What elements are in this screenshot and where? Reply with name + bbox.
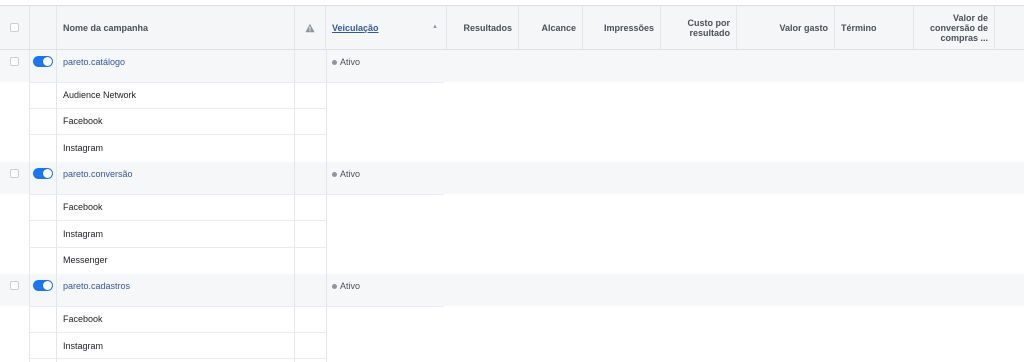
column-label-line3: compras ... (940, 32, 988, 43)
column-divider (294, 50, 295, 362)
status-label: Ativo (340, 169, 361, 179)
column-header-cost-per-result[interactable]: Custo por resultado (661, 6, 737, 49)
column-divider (29, 50, 30, 362)
placement-name: Messenger (63, 255, 108, 265)
table-header: Nome da campanha Veiculação ▲ Resultados… (0, 5, 1024, 50)
placement-name: Audience Network (63, 90, 137, 100)
placement-name: Facebook (63, 314, 103, 324)
delivery-status: Ativo (332, 281, 360, 291)
status-dot-icon (332, 283, 337, 289)
campaign-name-link[interactable]: pareto.catálogo (63, 57, 125, 67)
column-header-amount-spent[interactable]: Valor gasto (737, 6, 835, 49)
column-header-campaign-name[interactable]: Nome da campanha (57, 6, 295, 49)
status-label: Ativo (340, 281, 361, 291)
sort-ascending-icon[interactable]: ▲ (432, 24, 438, 30)
status-dot-icon (332, 59, 337, 65)
campaign-row[interactable]: pareto.catálogo Ativo (0, 50, 1024, 82)
placement-row: Facebook (0, 194, 1024, 220)
campaign-toggle[interactable] (33, 280, 53, 291)
column-header-impressions[interactable]: Impressões (583, 6, 661, 49)
campaign-toggle[interactable] (33, 168, 53, 179)
placement-row: Facebook (0, 108, 1024, 134)
column-header-delivery[interactable]: Veiculação ▲ (326, 6, 447, 49)
column-header-warning[interactable] (295, 6, 326, 49)
row-checkbox[interactable] (10, 169, 19, 178)
placement-row: Audience Network (0, 82, 1024, 108)
placement-name: Instagram (63, 229, 104, 239)
column-header-reach[interactable]: Alcance (519, 6, 583, 49)
row-divider (29, 358, 327, 359)
column-header-purchase-value[interactable]: Valor de conversão de compras ... (914, 6, 995, 49)
column-header-extra (995, 6, 1024, 49)
placement-row: Messenger (0, 247, 1024, 273)
campaign-toggle[interactable] (33, 56, 53, 67)
campaign-name-link[interactable]: pareto.conversão (63, 169, 133, 179)
column-label: Nome da campanha (63, 22, 149, 33)
column-label: Veiculação (332, 22, 379, 33)
column-label-line2: resultado (689, 27, 730, 38)
column-header-end[interactable]: Término (835, 6, 914, 49)
column-label: Resultados (463, 22, 512, 33)
placement-name: Instagram (63, 341, 104, 351)
row-divider (29, 194, 444, 195)
status-label: Ativo (340, 57, 361, 67)
row-divider (29, 82, 444, 83)
column-label: Valor gasto (779, 22, 828, 33)
campaign-name-link[interactable]: pareto.cadastros (63, 281, 130, 291)
row-divider (29, 306, 444, 307)
placement-row: Instagram (0, 134, 1024, 160)
delivery-status: Ativo (332, 57, 360, 67)
delivery-status: Ativo (332, 169, 360, 179)
row-checkbox[interactable] (10, 57, 19, 66)
row-divider (29, 332, 327, 333)
placement-row: Instagram (0, 332, 1024, 358)
placement-row: Instagram (0, 220, 1024, 246)
toggle-column-header (30, 6, 57, 49)
column-header-results[interactable]: Resultados (447, 6, 519, 49)
row-divider (29, 134, 327, 135)
row-divider (29, 220, 327, 221)
column-label-line1: Valor de (952, 12, 988, 23)
row-divider (29, 108, 327, 109)
column-label: Impressões (603, 22, 654, 33)
campaign-table: Nome da campanha Veiculação ▲ Resultados… (0, 0, 1024, 362)
placement-name: Facebook (63, 116, 103, 126)
row-divider (29, 247, 327, 248)
column-divider (443, 82, 444, 108)
placement-name: Facebook (63, 202, 103, 212)
column-label: Alcance (541, 22, 576, 33)
status-dot-icon (332, 171, 337, 177)
select-all-checkbox[interactable] (10, 23, 19, 32)
campaign-row[interactable]: pareto.conversão Ativo (0, 162, 1024, 194)
placement-row: Facebook (0, 306, 1024, 332)
column-divider (326, 50, 327, 362)
column-divider (56, 50, 57, 362)
campaign-row[interactable]: pareto.cadastros Ativo (0, 274, 1024, 306)
placement-name: Instagram (63, 143, 104, 153)
column-label-line1: Custo por (687, 17, 731, 28)
select-all-cell (0, 6, 30, 49)
row-checkbox[interactable] (10, 281, 19, 290)
warning-icon (305, 23, 315, 32)
column-label-line2: conversão de (929, 22, 988, 33)
column-label: Término (841, 22, 877, 33)
